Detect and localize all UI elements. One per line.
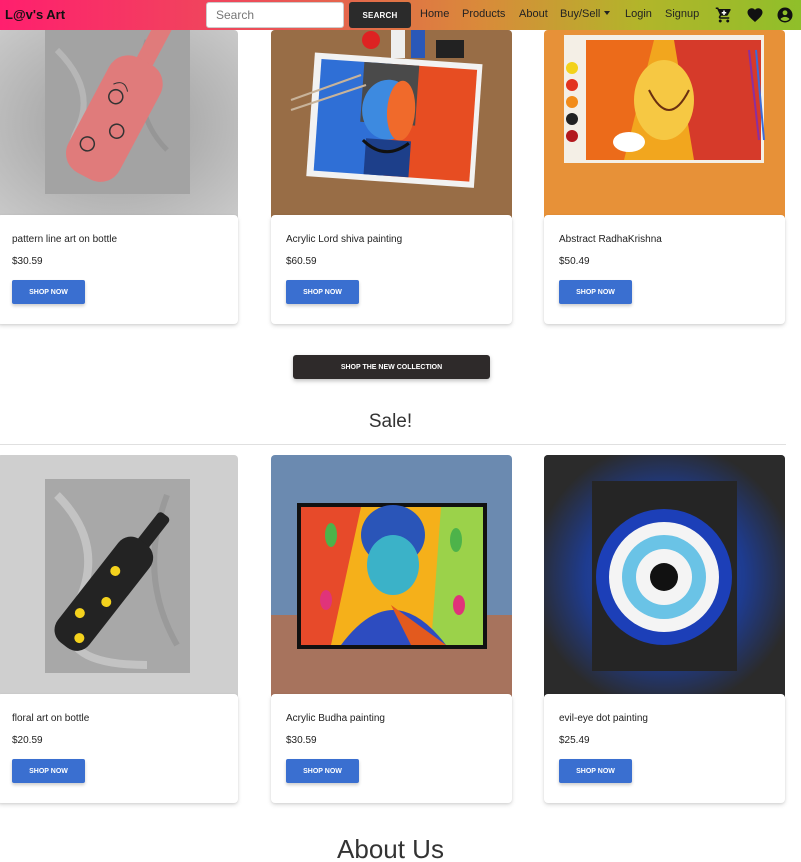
product-title[interactable]: pattern line art on bottle bbox=[12, 234, 117, 245]
shop-now-button[interactable]: SHOP NOW bbox=[286, 280, 359, 304]
shop-now-button[interactable]: SHOP NOW bbox=[12, 280, 85, 304]
search-button[interactable]: SEARCH bbox=[349, 2, 411, 28]
section-divider bbox=[0, 444, 786, 445]
search-input[interactable] bbox=[206, 2, 344, 28]
about-heading: About Us bbox=[337, 834, 444, 862]
product-price: $60.59 bbox=[286, 256, 317, 267]
nav-login[interactable]: Login bbox=[625, 8, 652, 20]
nav-buy-sell-dropdown[interactable]: Buy/Sell bbox=[560, 8, 611, 20]
product-image-floral-bottle[interactable] bbox=[0, 455, 238, 697]
product-title[interactable]: evil-eye dot painting bbox=[559, 713, 648, 724]
product-title[interactable]: Abstract RadhaKrishna bbox=[559, 234, 662, 245]
product-card: Acrylic Budha painting $30.59 SHOP NOW bbox=[271, 694, 512, 803]
shop-now-button[interactable]: SHOP NOW bbox=[12, 759, 85, 783]
sale-heading: Sale! bbox=[368, 411, 413, 432]
product-price: $25.49 bbox=[559, 735, 590, 746]
product-card: evil-eye dot painting $25.49 SHOP NOW bbox=[544, 694, 785, 803]
chevron-down-icon bbox=[604, 11, 611, 15]
shop-now-button[interactable]: SHOP NOW bbox=[559, 280, 632, 304]
product-image-shiva-painting[interactable] bbox=[271, 30, 512, 218]
nav-about[interactable]: About bbox=[519, 8, 548, 20]
product-price: $30.59 bbox=[12, 256, 43, 267]
brand-logo[interactable]: L@v's Art bbox=[5, 7, 65, 22]
product-card: pattern line art on bottle $30.59 SHOP N… bbox=[0, 215, 238, 324]
product-title[interactable]: Acrylic Budha painting bbox=[286, 713, 385, 724]
product-image-budha-painting[interactable] bbox=[271, 455, 512, 697]
nav-signup[interactable]: Signup bbox=[665, 8, 699, 20]
cart-icon[interactable] bbox=[715, 6, 733, 24]
user-account-icon[interactable] bbox=[776, 6, 794, 24]
nav-home[interactable]: Home bbox=[420, 8, 449, 20]
product-price: $20.59 bbox=[12, 735, 43, 746]
product-title[interactable]: Acrylic Lord shiva painting bbox=[286, 234, 402, 245]
product-card: Acrylic Lord shiva painting $60.59 SHOP … bbox=[271, 215, 512, 324]
product-card: Abstract RadhaKrishna $50.49 SHOP NOW bbox=[544, 215, 785, 324]
shop-new-collection-button[interactable]: SHOP THE NEW COLLECTION bbox=[293, 355, 490, 379]
product-image-pattern-bottle[interactable] bbox=[0, 30, 238, 218]
product-image-radhakrishna[interactable] bbox=[544, 30, 785, 218]
product-card: floral art on bottle $20.59 SHOP NOW bbox=[0, 694, 238, 803]
product-price: $50.49 bbox=[559, 256, 590, 267]
heart-icon[interactable] bbox=[746, 6, 764, 24]
nav-buy-sell-label: Buy/Sell bbox=[560, 8, 601, 20]
product-image-evil-eye-painting[interactable] bbox=[544, 455, 785, 697]
product-title[interactable]: floral art on bottle bbox=[12, 713, 89, 724]
shop-now-button[interactable]: SHOP NOW bbox=[559, 759, 632, 783]
shop-now-button[interactable]: SHOP NOW bbox=[286, 759, 359, 783]
product-price: $30.59 bbox=[286, 735, 317, 746]
nav-products[interactable]: Products bbox=[462, 8, 505, 20]
navbar: L@v's Art SEARCH Home Products About Buy… bbox=[0, 0, 801, 30]
